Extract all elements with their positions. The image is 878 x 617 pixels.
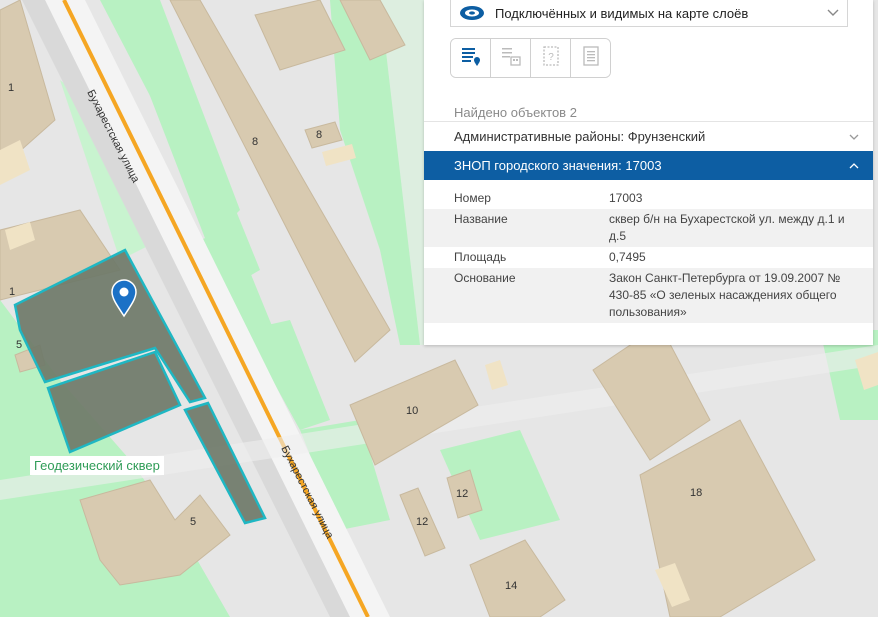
building-number: 12: [456, 488, 468, 500]
layer-select-label: Подключённых и видимых на карте слоёв: [495, 5, 749, 21]
building-number: 5: [190, 516, 196, 528]
building-number: 18: [690, 487, 702, 499]
accordion-label: Административные районы: Фрунзенский: [454, 129, 706, 144]
attribute-value: 0,7495: [609, 250, 646, 264]
attribute-row: Название сквер б/н на Бухарестской ул. м…: [424, 209, 873, 247]
layers-icon: [459, 3, 485, 23]
svg-text:?: ?: [548, 52, 554, 63]
building-list-icon: [500, 45, 522, 72]
attribute-key: Название: [454, 212, 508, 226]
chevron-up-icon: [849, 160, 873, 172]
accordion-znop[interactable]: ЗНОП городского значения: 17003: [424, 151, 873, 180]
building-number: 1: [8, 82, 14, 94]
attribute-row: Площадь 0,7495: [424, 247, 873, 268]
chevron-down-icon: [849, 131, 873, 143]
building-number: 5: [16, 339, 22, 351]
chevron-down-icon: [827, 6, 847, 20]
layer-select[interactable]: Подключённых и видимых на карте слоёв: [450, 0, 848, 27]
view-toolbar: ?: [450, 38, 611, 78]
building-number: 12: [416, 516, 428, 528]
accordion-admin-district[interactable]: Административные районы: Фрунзенский: [424, 121, 873, 152]
list-pin-button[interactable]: [451, 39, 491, 77]
attribute-key: Основание: [454, 271, 516, 285]
question-frame-button[interactable]: ?: [531, 39, 571, 77]
attributes-table: Номер 17003 Название сквер б/н на Бухаре…: [424, 188, 873, 323]
attribute-row: Основание Закон Санкт-Петербурга от 19.0…: [424, 268, 873, 323]
building-number: 10: [406, 405, 418, 417]
info-panel: Подключённых и видимых на карте слоёв ? …: [424, 0, 873, 345]
list-pin-icon: [460, 45, 482, 72]
document-icon: [580, 45, 602, 72]
building-number: 14: [505, 580, 517, 592]
attribute-key: Площадь: [454, 250, 507, 264]
accordion-label: ЗНОП городского значения: 17003: [454, 158, 662, 173]
building-number: 8: [252, 136, 258, 148]
building-number: 8: [316, 129, 322, 141]
attribute-value: Закон Санкт-Петербурга от 19.09.2007 № 4…: [609, 271, 841, 319]
building-number: 1: [9, 286, 15, 298]
building-list-button[interactable]: [491, 39, 531, 77]
found-count: Найдено объектов 2: [454, 105, 577, 120]
attribute-value: сквер б/н на Бухарестской ул. между д.1 …: [609, 212, 845, 243]
park-label: Геодезический сквер: [30, 456, 164, 475]
attribute-row: Номер 17003: [424, 188, 873, 209]
attribute-value: 17003: [609, 191, 643, 205]
attribute-key: Номер: [454, 191, 491, 205]
document-button[interactable]: [571, 39, 610, 77]
question-frame-icon: ?: [540, 45, 562, 72]
